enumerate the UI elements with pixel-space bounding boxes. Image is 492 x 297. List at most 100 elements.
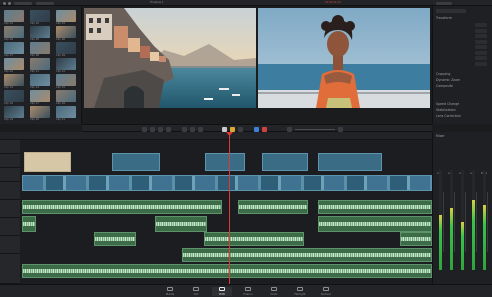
channel-fader[interactable] — [443, 192, 444, 252]
zoom-in-icon[interactable] — [338, 126, 343, 132]
video-clip[interactable] — [262, 153, 308, 171]
audio-clip[interactable] — [318, 216, 432, 232]
transform-parameter-row[interactable] — [436, 50, 490, 56]
audio-clip[interactable] — [22, 216, 36, 232]
timeline-ruler[interactable] — [0, 132, 432, 140]
video-clip[interactable] — [318, 153, 382, 171]
media-pool-toggle-button[interactable] — [14, 1, 32, 5]
parameter-value-field[interactable] — [475, 39, 487, 44]
overwrite-clip-icon[interactable] — [190, 126, 195, 132]
playhead[interactable] — [229, 132, 230, 284]
media-clip-thumbnail[interactable] — [30, 58, 50, 70]
replace-clip-icon[interactable] — [198, 126, 203, 132]
inspector-section-dynamic-zoom[interactable]: Dynamic Zoom — [436, 78, 490, 83]
page-tab-fairlight[interactable]: Fairlight — [290, 287, 310, 296]
channel-fader[interactable] — [465, 192, 466, 252]
audio-clip[interactable] — [204, 232, 304, 246]
position-lock-icon[interactable] — [238, 126, 243, 132]
page-tab-edit[interactable]: Edit — [212, 287, 232, 296]
title-clip[interactable] — [24, 152, 71, 172]
inspector-section-lens-correction[interactable]: Lens Correction — [436, 114, 490, 119]
parameter-value-field[interactable] — [475, 45, 487, 49]
parameter-value-field[interactable] — [475, 23, 487, 27]
page-tab-color[interactable]: Color — [264, 287, 284, 296]
media-clip-thumbnail[interactable] — [30, 10, 50, 22]
media-clip-thumbnail[interactable] — [4, 26, 24, 38]
inspector-toggle-button[interactable] — [436, 1, 452, 5]
menu-dot-icon[interactable] — [3, 1, 6, 5]
inspector-section-stabilization[interactable]: Stabilization — [436, 108, 490, 113]
effects-toggle-button[interactable] — [36, 1, 54, 5]
track-header-v3[interactable] — [0, 140, 20, 154]
parameter-value-field[interactable] — [475, 61, 487, 66]
parameter-value-field[interactable] — [475, 28, 487, 33]
flag-icon[interactable] — [254, 126, 259, 132]
page-tab-cut[interactable]: Cut — [186, 287, 206, 296]
media-clip-thumbnail[interactable] — [56, 42, 76, 54]
channel-fader[interactable] — [454, 192, 455, 252]
source-viewer[interactable] — [84, 8, 256, 108]
media-clip-thumbnail[interactable] — [4, 42, 24, 54]
media-clip-thumbnail[interactable] — [56, 26, 76, 38]
media-clip-thumbnail[interactable] — [56, 90, 76, 102]
audio-clip[interactable] — [155, 216, 207, 232]
trim-tool-icon[interactable] — [150, 126, 155, 132]
media-clip-thumbnail[interactable] — [30, 26, 50, 38]
timeline-panel[interactable] — [0, 132, 432, 284]
dynamic-trim-icon[interactable] — [158, 126, 163, 132]
parameter-value-field[interactable] — [475, 56, 487, 60]
menu-dot-icon[interactable] — [8, 1, 11, 5]
audio-clip[interactable] — [238, 200, 308, 214]
channel-fader[interactable] — [476, 192, 477, 252]
transform-parameter-row[interactable] — [436, 61, 490, 67]
video-clip[interactable] — [112, 153, 160, 171]
channel-fader[interactable] — [487, 192, 488, 252]
transform-parameter-row[interactable] — [436, 28, 490, 34]
track-header-v1[interactable] — [0, 168, 20, 182]
audio-clip[interactable] — [22, 200, 222, 214]
media-clip-thumbnail[interactable] — [4, 90, 24, 102]
insert-clip-icon[interactable] — [182, 126, 187, 132]
inspector-tabs[interactable] — [436, 9, 466, 13]
zoom-out-icon[interactable] — [287, 126, 292, 132]
transform-parameter-row[interactable] — [436, 56, 490, 61]
media-clip-thumbnail[interactable] — [56, 106, 76, 118]
blade-tool-icon[interactable] — [166, 126, 171, 132]
transform-parameter-row[interactable] — [436, 34, 490, 39]
inspector-section-cropping[interactable]: Cropping — [436, 72, 490, 77]
media-clip-thumbnail[interactable] — [56, 58, 76, 70]
media-clip-thumbnail[interactable] — [30, 90, 50, 102]
timeline-viewer[interactable] — [258, 8, 430, 108]
media-clip-thumbnail[interactable] — [4, 58, 24, 70]
video-clip[interactable] — [205, 153, 245, 171]
transform-parameter-row[interactable] — [436, 45, 490, 50]
media-clip-thumbnail[interactable] — [30, 74, 50, 86]
parameter-value-field[interactable] — [475, 50, 487, 55]
page-tab-fusion[interactable]: Fusion — [238, 287, 258, 296]
inspector-section-transform[interactable]: Transform — [436, 16, 490, 21]
transform-parameter-row[interactable] — [436, 39, 490, 45]
marker-icon[interactable] — [262, 126, 267, 132]
inspector-section-composite[interactable]: Composite — [436, 84, 490, 89]
track-header-a1[interactable] — [0, 182, 20, 200]
transform-parameter-row[interactable] — [436, 23, 490, 28]
page-tab-media[interactable]: Media — [160, 287, 180, 296]
audio-clip[interactable] — [22, 264, 432, 278]
audio-clip[interactable] — [94, 232, 136, 246]
media-clip-thumbnail[interactable] — [56, 10, 76, 22]
parameter-value-field[interactable] — [475, 34, 487, 38]
audio-clip[interactable] — [400, 232, 432, 246]
zoom-slider[interactable] — [295, 128, 335, 130]
selection-tool-icon[interactable] — [142, 126, 147, 132]
media-clip-thumbnail[interactable] — [4, 106, 24, 118]
track-header-a3[interactable] — [0, 218, 20, 236]
media-clip-thumbnail[interactable] — [30, 42, 50, 54]
audio-clip[interactable] — [182, 248, 432, 262]
audio-clip[interactable] — [318, 200, 432, 214]
inspector-section-speed-change[interactable]: Speed Change — [436, 102, 490, 107]
linked-selection-icon[interactable] — [230, 126, 235, 132]
page-tab-deliver[interactable]: Deliver — [316, 287, 336, 296]
media-clip-thumbnail[interactable] — [30, 106, 50, 118]
track-header-a4[interactable] — [0, 236, 20, 254]
track-header-v2[interactable] — [0, 154, 20, 168]
